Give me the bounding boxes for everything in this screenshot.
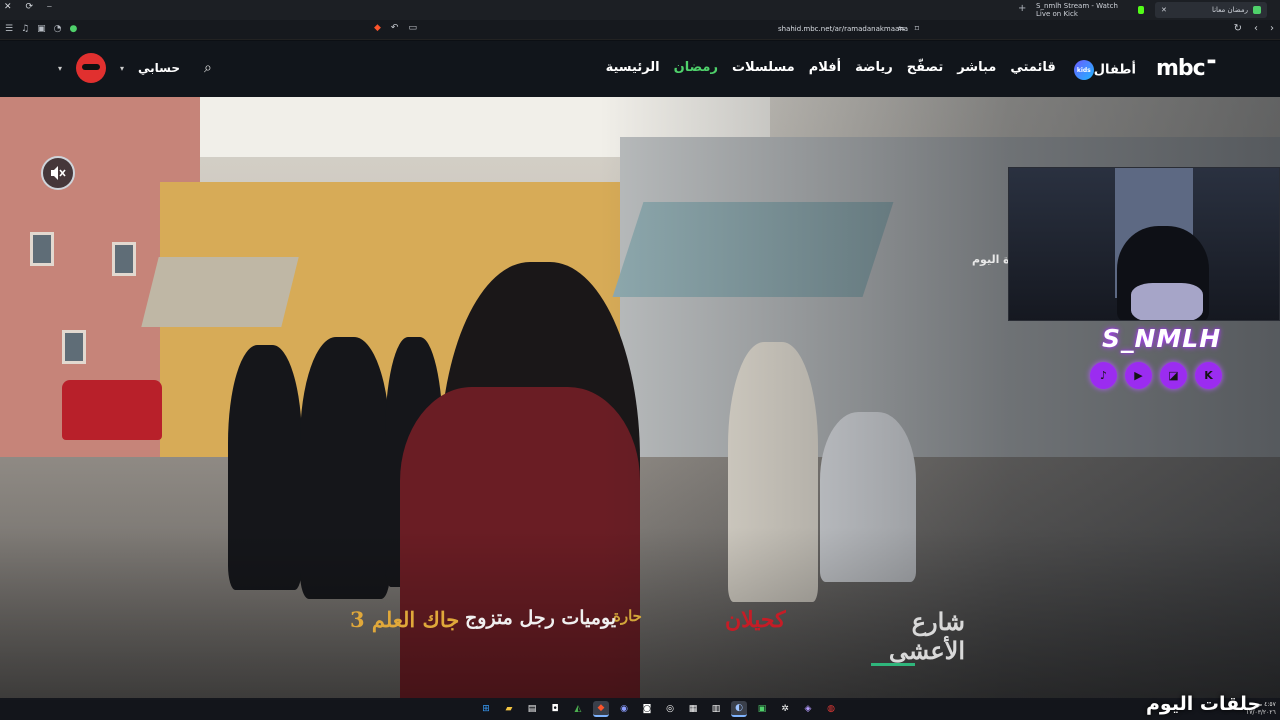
windows-icon[interactable]: ⊞ bbox=[478, 701, 494, 717]
twitch-icon: ◪ bbox=[1160, 362, 1187, 389]
nav-movies[interactable]: أفلام bbox=[809, 60, 841, 80]
taskbar-clock[interactable]: ٤:٥٧ ص ١٧/٠٣/٢٠٢٦ bbox=[1246, 701, 1276, 717]
forward-arrow-icon[interactable]: › bbox=[1270, 23, 1274, 34]
hero-car bbox=[62, 380, 162, 440]
active-show-indicator bbox=[871, 663, 915, 666]
webcam-overlay bbox=[1008, 167, 1280, 321]
tiktok-icon: ♪ bbox=[1090, 362, 1117, 389]
account-label[interactable]: حسابي bbox=[138, 61, 180, 75]
show-logo[interactable]: يوميات رجل متزوج bbox=[465, 607, 616, 629]
extensions-area: ◆ ↶ ▭ bbox=[374, 23, 417, 33]
app-icon[interactable]: ◈ bbox=[800, 701, 816, 717]
store-icon[interactable]: ◘ bbox=[547, 701, 563, 717]
files-icon[interactable]: ▤ bbox=[524, 701, 540, 717]
nav-my-list[interactable]: قائمتي bbox=[1010, 60, 1055, 80]
tab-title: رمضان معانا bbox=[1211, 6, 1248, 14]
tabs-icon[interactable]: ▣ bbox=[37, 24, 46, 34]
chevron-down-icon[interactable]: ▾ bbox=[58, 64, 62, 73]
streamer-name: S_NMLH bbox=[1102, 324, 1222, 353]
lock-icon[interactable]: ▣ bbox=[754, 701, 770, 717]
nav-series[interactable]: مسلسلات bbox=[732, 60, 795, 80]
search-icon[interactable]: ⌕ bbox=[204, 60, 212, 76]
back-icon[interactable]: ↶ bbox=[391, 23, 399, 33]
account-area: ▾ ▾ حسابي ⌕ bbox=[58, 53, 212, 83]
reload-window-icon[interactable]: ⟳ bbox=[26, 2, 34, 12]
refresh-icon[interactable]: ↻ bbox=[1234, 23, 1242, 34]
mbc-logo[interactable]: mbc ▬ bbox=[1156, 56, 1216, 81]
nav-kids[interactable]: أطفالkids bbox=[1070, 60, 1136, 80]
clock-date: ١٧/٠٣/٢٠٢٦ bbox=[1246, 709, 1276, 716]
browser-actions: ↻ ‹ › bbox=[1234, 23, 1274, 34]
nav-browse[interactable]: تصفّح bbox=[907, 60, 943, 80]
todays-episodes-watermark: حلقات اليوم bbox=[1146, 693, 1262, 715]
close-window-icon[interactable]: ✕ bbox=[4, 2, 12, 12]
address-bar: ☰ ♫ ▣ ◔ ● ◆ ↶ ▭ shahid.mbc.net/ar/ramada… bbox=[0, 20, 1280, 40]
clock-time: ٤:٥٧ ص bbox=[1254, 701, 1276, 708]
window-controls: ✕ ⟳ ⎯ bbox=[4, 2, 52, 12]
volume-muted-icon bbox=[51, 166, 66, 180]
nav-kids-label: أطفال bbox=[1093, 62, 1136, 78]
tab-close-icon[interactable]: ✕ bbox=[1161, 6, 1167, 14]
kick-icon: K bbox=[1195, 362, 1222, 389]
mute-button[interactable] bbox=[41, 156, 75, 190]
show-logo[interactable]: شارع الأعشى bbox=[845, 607, 965, 665]
main-nav: الرئيسية رمضان مسلسلات أفلام رياضة تصفّح… bbox=[606, 60, 1136, 80]
terminal-icon[interactable]: ▥ bbox=[708, 701, 724, 717]
url-field[interactable]: shahid.mbc.net/ar/ramadanakmaana bbox=[778, 25, 908, 33]
social-links: ♪ ▶ ◪ K bbox=[1090, 362, 1222, 389]
show-logo[interactable]: كحيلان bbox=[725, 607, 786, 633]
browser-tab-bar: ✕ ⟳ ⎯ + S_nmlh Stream - Watch Live on Ki… bbox=[0, 0, 1280, 20]
tab-shahid[interactable]: ✕ رمضان معانا bbox=[1155, 2, 1267, 18]
settings-icon[interactable]: ✲ bbox=[777, 701, 793, 717]
nav-live[interactable]: مباشر bbox=[957, 60, 996, 80]
show-logo[interactable]: جاك العلم 3 bbox=[350, 607, 459, 632]
shahid-favicon-icon bbox=[1253, 6, 1261, 14]
translate-icon[interactable]: ⇋ bbox=[898, 24, 905, 33]
tab-title: S_nmlh Stream - Watch Live on Kick bbox=[1036, 2, 1118, 18]
new-tab-button[interactable]: + bbox=[1018, 3, 1026, 14]
shows-carousel: شارع الأعشى كحيلان حارة يوميات رجل متزوج… bbox=[345, 607, 965, 667]
minimize-window-icon[interactable]: ⎯ bbox=[47, 2, 52, 12]
nav-sports[interactable]: رياضة bbox=[855, 60, 893, 80]
kids-badge-icon: kids bbox=[1073, 60, 1094, 80]
obs-icon[interactable]: ◍ bbox=[823, 701, 839, 717]
nav-home[interactable]: الرئيسية bbox=[606, 60, 660, 80]
screen-icon[interactable]: ▭ bbox=[408, 23, 417, 33]
tab-kick-stream[interactable]: S_nmlh Stream - Watch Live on Kick bbox=[1030, 2, 1150, 18]
avatar[interactable] bbox=[76, 53, 107, 83]
hero-awning bbox=[141, 257, 299, 327]
folder-icon[interactable]: ▰ bbox=[501, 701, 517, 717]
kick-favicon-icon bbox=[1137, 6, 1144, 14]
show-logo[interactable]: حارة bbox=[613, 607, 642, 625]
chrome-icon[interactable]: ◎ bbox=[662, 701, 678, 717]
chat-icon[interactable]: ◔ bbox=[54, 24, 62, 34]
youtube-icon: ▶ bbox=[1125, 362, 1152, 389]
nav-ramadan[interactable]: رمضان bbox=[674, 60, 718, 80]
account-chevron-icon[interactable]: ▾ bbox=[120, 64, 124, 73]
steam-icon[interactable]: ◐ bbox=[731, 701, 747, 717]
music-icon[interactable]: ♫ bbox=[21, 24, 29, 34]
webcam-mask bbox=[1131, 283, 1203, 320]
logo-text: mbc bbox=[1156, 56, 1206, 81]
media-icon[interactable]: ◙ bbox=[639, 701, 655, 717]
todays-episodes-label: ة اليوم bbox=[972, 253, 1010, 266]
url-actions: ⇋ ⌑ bbox=[898, 24, 919, 33]
photos-icon[interactable]: ▦ bbox=[685, 701, 701, 717]
bookmark-icon[interactable]: ⌑ bbox=[915, 24, 919, 33]
sidebar-shortcuts: ☰ ♫ ▣ ◔ ● bbox=[5, 24, 77, 34]
back-arrow-icon[interactable]: ‹ bbox=[1254, 23, 1258, 34]
brave-shield-icon[interactable]: ◆ bbox=[374, 23, 381, 33]
brave-icon[interactable]: ◆ bbox=[593, 701, 609, 717]
discord-icon[interactable]: ◉ bbox=[616, 701, 632, 717]
status-icon[interactable]: ● bbox=[70, 24, 78, 34]
taskbar-icons: ⊞ ▰ ▤ ◘ ◭ ◆ ◉ ◙ ◎ ▦ ▥ ◐ ▣ ✲ ◈ ◍ bbox=[478, 701, 839, 717]
maps-icon[interactable]: ◭ bbox=[570, 701, 586, 717]
menu-icon[interactable]: ☰ bbox=[5, 24, 13, 34]
site-header: mbc ▬ الرئيسية رمضان مسلسلات أفلام رياضة … bbox=[0, 41, 1280, 97]
taskbar: ⊞ ▰ ▤ ◘ ◭ ◆ ◉ ◙ ◎ ▦ ▥ ◐ ▣ ✲ ◈ ◍ bbox=[0, 698, 1280, 720]
